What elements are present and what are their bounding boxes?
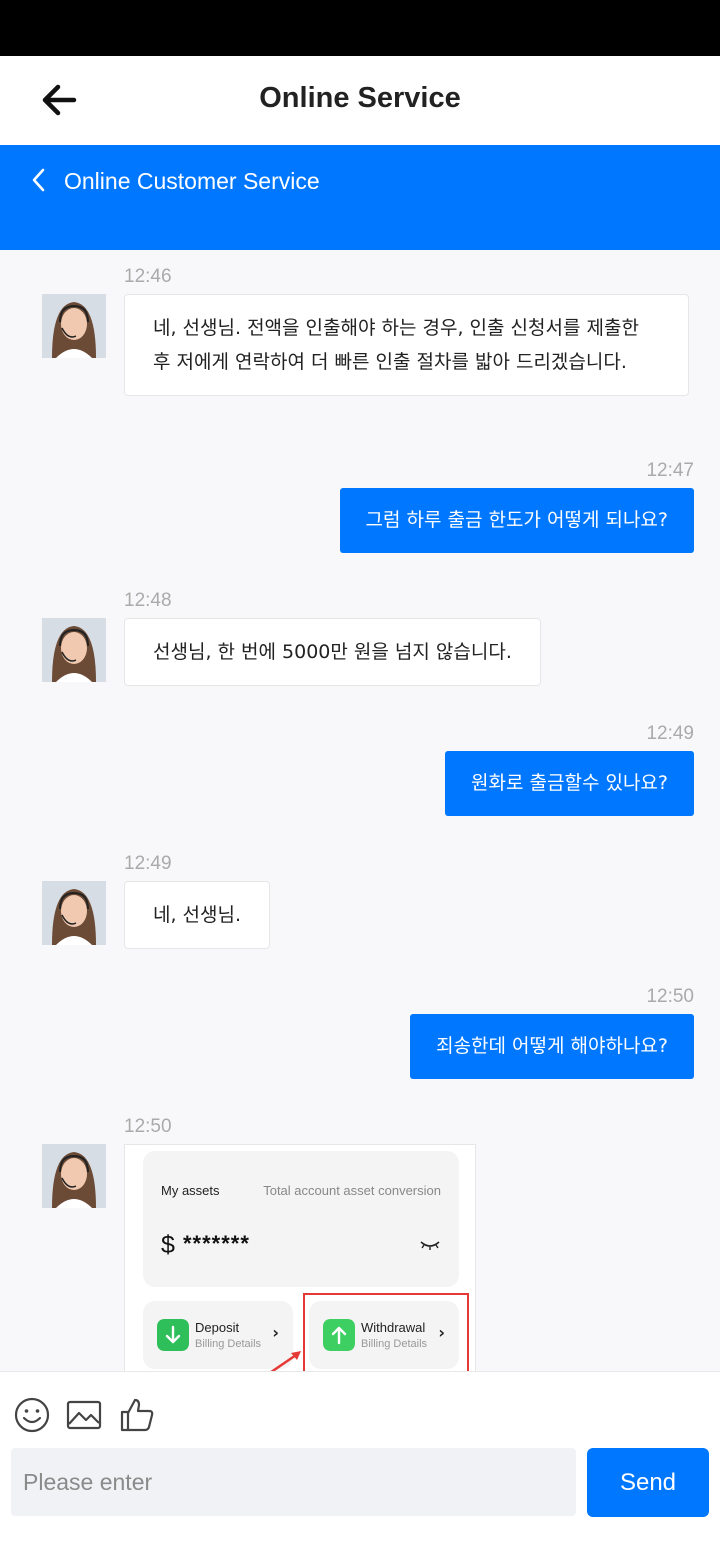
- app-header: Online Service: [0, 56, 720, 145]
- chevron-right-icon: ›: [272, 1323, 279, 1342]
- service-title: Online Customer Service: [64, 168, 320, 194]
- assets-panel: My assets Total account asset conversion…: [143, 1151, 459, 1287]
- message-time: 12:50: [646, 986, 694, 1007]
- message-bubble-own: 죄송한데 어떻게 해야하나요?: [410, 1014, 694, 1079]
- deposit-subtitle: Billing Details: [195, 1338, 262, 1350]
- assets-label: My assets: [161, 1183, 220, 1198]
- deposit-title: Deposit: [195, 1320, 240, 1335]
- agent-avatar: [42, 881, 106, 945]
- message-time: 12:49: [124, 853, 172, 874]
- emoji-icon[interactable]: [13, 1396, 51, 1434]
- message-bubble: 선생님, 한 번에 5000만 원을 넘지 않습니다.: [124, 618, 541, 686]
- conversion-label: Total account asset conversion: [263, 1183, 441, 1198]
- message-time: 12:48: [124, 590, 172, 611]
- highlight-box: [303, 1293, 469, 1371]
- message-bubble-own: 원화로 출금할수 있나요?: [445, 751, 694, 816]
- image-icon[interactable]: [65, 1396, 103, 1434]
- masked-balance: *******: [183, 1231, 250, 1256]
- thumbs-up-icon[interactable]: [118, 1396, 156, 1434]
- message-time: 12:49: [646, 723, 694, 744]
- message-bubble-own: 그럼 하루 출금 한도가 어떻게 되나요?: [339, 488, 694, 553]
- agent-avatar: [42, 294, 106, 358]
- chevron-left-icon[interactable]: [26, 165, 52, 195]
- status-bar: [0, 0, 720, 56]
- down-arrow-icon: [157, 1319, 189, 1351]
- send-button[interactable]: Send: [587, 1448, 709, 1517]
- composer: Send: [0, 1371, 720, 1560]
- message-bubble: 네, 선생님. 전액을 인출해야 하는 경우, 인출 신청서를 제출한 후 저에…: [124, 294, 689, 396]
- message-time: 12:50: [124, 1116, 172, 1137]
- page-title: Online Service: [259, 82, 461, 114]
- eye-closed-icon: [420, 1241, 440, 1250]
- service-bar: Online Customer Service: [0, 145, 720, 250]
- agent-avatar: [42, 618, 106, 682]
- message-time: 12:46: [124, 266, 172, 287]
- currency-symbol: $: [161, 1231, 175, 1259]
- message-time: 12:47: [646, 460, 694, 481]
- agent-avatar: [42, 1144, 106, 1208]
- message-input[interactable]: [11, 1448, 576, 1516]
- red-arrow-icon: [270, 1351, 301, 1371]
- chat-area[interactable]: 12:46 네, 선생님. 전액을 인출해야 하는 경우, 인출 신청서를 제출…: [0, 250, 720, 1371]
- image-message[interactable]: My assets Total account asset conversion…: [124, 1144, 476, 1371]
- message-bubble: 네, 선생님.: [124, 881, 271, 949]
